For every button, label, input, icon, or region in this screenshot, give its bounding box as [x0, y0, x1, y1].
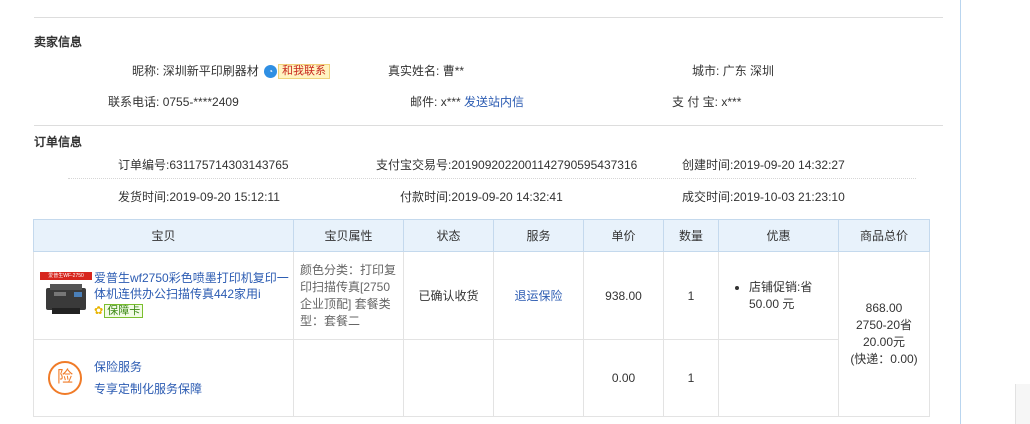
created-time-label: 创建时间:	[682, 158, 734, 172]
insurance-icon: 险	[48, 361, 82, 395]
scrollbar[interactable]	[1015, 384, 1030, 424]
insurance-attributes	[293, 339, 404, 417]
header-unit-price: 单价	[583, 219, 664, 252]
order-number-value: 631175714303143765	[169, 158, 289, 172]
product-quantity: 1	[663, 251, 719, 340]
alipay-trade-label: 支付宝交易号:	[376, 158, 452, 172]
completed-time-row: 成交时间:2019-10-03 21:23:10	[682, 188, 845, 205]
shipped-time-label: 发货时间:	[118, 190, 170, 204]
seller-email-row: 邮件: x*** 发送站内信	[410, 93, 524, 110]
product-cell: 爱普生WF-2750 爱普生wf2750彩色喷墨打印机复印一体机连供办公扫描传真…	[33, 251, 294, 340]
seller-alipay-row: 支 付 宝: x***	[672, 93, 741, 110]
send-message-link[interactable]: 发送站内信	[464, 95, 524, 109]
insurance-discount	[718, 339, 839, 417]
insurance-status	[403, 339, 494, 417]
wangwang-icon: ◔	[264, 65, 278, 79]
product-promo-cell: 店铺促销:省50.00 元	[718, 251, 839, 340]
created-time-value: 2019-09-20 14:32:27	[733, 158, 845, 172]
product-service-cell: 退运保险	[493, 251, 584, 340]
seller-city-row: 城市: 广东 深圳	[692, 62, 774, 79]
table-row: 爱普生WF-2750 爱普生wf2750彩色喷墨打印机复印一体机连供办公扫描传真…	[33, 251, 930, 417]
contact-seller-label[interactable]: 和我联系	[278, 64, 331, 80]
product-attributes: 颜色分类：打印复印扫描传真[2750企业顶配] 套餐类型：套餐二	[293, 251, 404, 340]
realname-value: 曹**	[442, 64, 465, 78]
phone-label: 联系电话:	[108, 95, 160, 109]
header-discount: 优惠	[718, 219, 839, 252]
insurance-name-link[interactable]: 保险服务	[94, 356, 202, 378]
total-discount-note: 2750-20省20.00元	[855, 318, 913, 349]
paid-time-value: 2019-09-20 14:32:41	[451, 190, 563, 204]
insurance-unit-price: 0.00	[583, 339, 664, 417]
email-value: x***	[440, 95, 461, 109]
header-quantity: 数量	[663, 219, 719, 252]
order-items-table: 宝贝 宝贝属性 状态 服务 单价 数量 优惠 商品总价 爱普生WF-2750 爱…	[33, 219, 930, 417]
insurance-service	[493, 339, 584, 417]
guarantee-icon: ✿	[94, 305, 104, 317]
insurance-desc-link[interactable]: 专享定制化服务保障	[94, 378, 202, 400]
order-section-title: 订单信息	[34, 135, 83, 149]
table-header-row: 宝贝 宝贝属性 状态 服务 单价 数量 优惠 商品总价	[33, 219, 930, 252]
phone-value: 0755-****2409	[162, 95, 239, 109]
contact-seller-button[interactable]: ◔ 和我联系	[264, 64, 331, 80]
header-item: 宝贝	[33, 219, 294, 252]
realname-label: 真实姓名:	[388, 64, 440, 78]
alipay-value: x***	[721, 95, 742, 109]
header-service: 服务	[493, 219, 584, 252]
paid-time-label: 付款时间:	[400, 190, 452, 204]
product-thumbnail[interactable]: 爱普生WF-2750	[40, 271, 92, 324]
total-shipping: (快递：0.00)	[850, 352, 918, 366]
city-label: 城市:	[692, 64, 720, 78]
created-time-row: 创建时间:2019-09-20 14:32:27	[682, 156, 845, 173]
email-label: 邮件:	[410, 95, 438, 109]
paid-time-row: 付款时间:2019-09-20 14:32:41	[400, 188, 563, 205]
return-insurance-link[interactable]: 退运保险	[514, 289, 562, 303]
header-status: 状态	[403, 219, 494, 252]
guarantee-label: 保障卡	[104, 303, 144, 318]
header-total: 商品总价	[838, 219, 930, 252]
seller-phone-row: 联系电话: 0755-****2409	[108, 93, 239, 110]
nickname-label: 昵称:	[132, 64, 160, 78]
alipay-label: 支 付 宝:	[672, 95, 719, 109]
shipped-time-value: 2019-09-20 15:12:11	[169, 190, 280, 204]
insurance-quantity: 1	[663, 339, 719, 417]
completed-time-label: 成交时间:	[682, 190, 734, 204]
order-total-cell: 868.00 2750-20省20.00元 (快递：0.00)	[838, 251, 930, 417]
promo-item: 店铺促销:省50.00 元	[749, 279, 832, 313]
seller-section-title: 卖家信息	[34, 35, 83, 49]
guarantee-badge[interactable]: ✿ 保障卡	[94, 303, 144, 318]
order-dotted-divider	[68, 178, 916, 179]
product-unit-price: 938.00	[583, 251, 664, 340]
order-number-row: 订单编号:631175714303143765	[118, 156, 289, 173]
header-attributes: 宝贝属性	[293, 219, 404, 252]
order-number-label: 订单编号:	[118, 158, 170, 172]
thumbnail-banner: 爱普生WF-2750	[40, 271, 92, 280]
top-divider	[34, 17, 943, 18]
seller-realname-row: 真实姓名: 曹**	[388, 62, 464, 79]
nickname-value: 深圳新平印刷器材	[162, 64, 259, 78]
total-amount: 868.00	[865, 301, 903, 315]
city-value: 广东 深圳	[722, 64, 775, 78]
product-name-link[interactable]: 爱普生wf2750彩色喷墨打印机复印一体机连供办公扫描传真442家用i	[94, 270, 289, 302]
table-row: 险 保险服务 专享定制化服务保障 0.00 1	[33, 339, 930, 417]
product-status: 已确认收货	[403, 251, 494, 340]
alipay-trade-value: 2019092022001142790595437316	[451, 158, 638, 172]
completed-time-value: 2019-10-03 21:23:10	[733, 190, 845, 204]
insurance-cell: 险 保险服务 专享定制化服务保障	[33, 339, 294, 417]
section-divider	[34, 125, 943, 126]
seller-nickname-row: 昵称: 深圳新平印刷器材 ◔ 和我联系	[132, 62, 331, 80]
alipay-trade-row: 支付宝交易号:2019092022001142790595437316	[376, 156, 637, 173]
shipped-time-row: 发货时间:2019-09-20 15:12:11	[118, 188, 280, 205]
